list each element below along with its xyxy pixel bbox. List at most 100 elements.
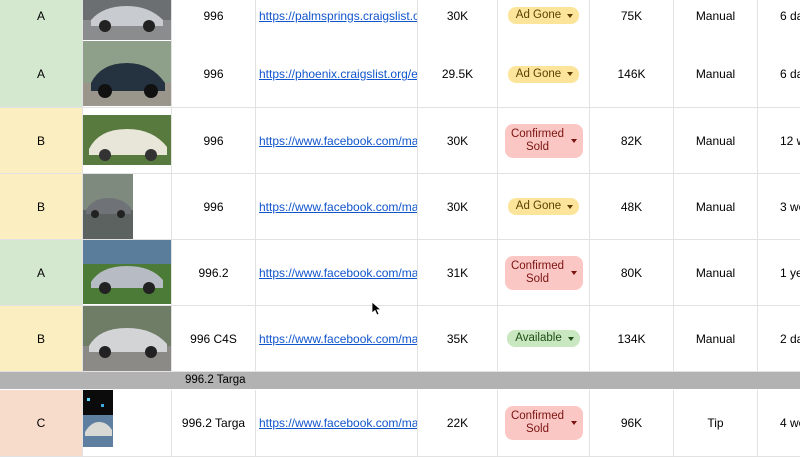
car-photo-cell[interactable] bbox=[83, 306, 172, 371]
listing-link[interactable]: https://www.facebook.com/marketplace bbox=[259, 134, 417, 148]
price-cell[interactable]: 31K bbox=[418, 240, 498, 305]
status-cell[interactable]: Confirmed Sold bbox=[498, 240, 590, 305]
transmission-cell[interactable]: Manual bbox=[674, 174, 758, 239]
listing-age-cell[interactable]: 12 weeks bbox=[758, 108, 800, 173]
mileage-cell[interactable]: 80K bbox=[590, 240, 674, 305]
status-dropdown[interactable]: Confirmed Sold bbox=[504, 406, 583, 440]
price-cell[interactable]: 30K bbox=[418, 0, 498, 41]
listing-link[interactable]: https://www.facebook.com/marketplace bbox=[259, 332, 417, 346]
grade-cell[interactable]: B bbox=[0, 174, 83, 239]
listing-link[interactable]: https://palmsprings.craigslist.org/ bbox=[259, 9, 417, 23]
listing-age-cell[interactable]: 4 weeks bbox=[758, 390, 800, 456]
model-cell[interactable]: 996.2 bbox=[172, 240, 256, 305]
price-cell[interactable]: 22K bbox=[418, 390, 498, 456]
status-dropdown[interactable]: Ad Gone bbox=[507, 65, 580, 83]
car-photo bbox=[83, 41, 171, 106]
car-photo bbox=[83, 115, 171, 165]
listing-age-cell[interactable]: 3 weeks bbox=[758, 174, 800, 239]
listing-age-cell[interactable]: 6 days bbox=[758, 0, 800, 41]
status-dropdown[interactable]: Confirmed Sold bbox=[504, 123, 583, 158]
dropdown-caret-icon bbox=[570, 138, 577, 143]
mileage-cell[interactable]: 134K bbox=[590, 306, 674, 371]
transmission-cell[interactable]: Manual bbox=[674, 240, 758, 305]
listing-link-cell[interactable]: https://www.facebook.com/marketplace bbox=[256, 108, 418, 173]
listing-link-cell[interactable]: https://phoenix.craigslist.org/evl/ bbox=[256, 41, 418, 107]
mileage-cell[interactable]: 48K bbox=[590, 174, 674, 239]
price-cell[interactable]: 30K bbox=[418, 174, 498, 239]
model-cell[interactable]: 996 bbox=[172, 108, 256, 173]
car-photo-cell[interactable] bbox=[83, 174, 172, 239]
car-photo bbox=[83, 240, 171, 304]
car-photo-cell[interactable] bbox=[83, 390, 172, 456]
group-header-label: 996.2 Targa bbox=[185, 374, 246, 386]
listing-link-cell[interactable]: https://www.facebook.com/marketplace bbox=[256, 306, 418, 371]
mileage-cell[interactable]: 146K bbox=[590, 41, 674, 107]
dropdown-caret-icon bbox=[570, 421, 577, 425]
grade-cell[interactable]: A bbox=[0, 41, 83, 107]
car-photo-cell[interactable] bbox=[83, 0, 172, 41]
grade-cell[interactable]: A bbox=[0, 0, 83, 41]
status-cell[interactable]: Confirmed Sold bbox=[498, 390, 590, 456]
car-photo bbox=[83, 306, 171, 371]
grade-cell[interactable]: B bbox=[0, 306, 83, 371]
car-photo bbox=[83, 174, 133, 239]
listing-link[interactable]: https://www.facebook.com/marketplace bbox=[259, 200, 417, 214]
car-photo bbox=[83, 0, 171, 40]
grade-cell[interactable]: A bbox=[0, 240, 83, 305]
price-cell[interactable]: 35K bbox=[418, 306, 498, 371]
transmission-cell[interactable]: Tip bbox=[674, 390, 758, 456]
table-row[interactable]: A 996 https://phoenix.craigslist.org/evl… bbox=[0, 41, 800, 108]
mouse-pointer-icon bbox=[372, 302, 382, 316]
dropdown-caret-icon bbox=[570, 270, 577, 275]
dropdown-caret-icon bbox=[567, 204, 574, 209]
model-cell[interactable]: 996.2 Targa bbox=[172, 390, 256, 456]
listing-age-cell[interactable]: 2 days bbox=[758, 306, 800, 371]
table-row[interactable]: B 996 C4S https://www.facebook.com/marke… bbox=[0, 306, 800, 372]
listing-link[interactable]: https://www.facebook.com/marketplace bbox=[259, 416, 417, 430]
model-cell[interactable]: 996 bbox=[172, 41, 256, 107]
status-cell[interactable]: Ad Gone bbox=[498, 174, 590, 239]
dropdown-caret-icon bbox=[567, 13, 574, 18]
status-cell[interactable]: Ad Gone bbox=[498, 41, 590, 107]
price-cell[interactable]: 30K bbox=[418, 108, 498, 173]
car-photo bbox=[83, 390, 113, 447]
status-cell[interactable]: Ad Gone bbox=[498, 0, 590, 41]
group-header-row[interactable]: 996.2 Targa bbox=[0, 372, 800, 389]
mileage-cell[interactable]: 82K bbox=[590, 108, 674, 173]
transmission-cell[interactable]: Manual bbox=[674, 0, 758, 41]
table-row[interactable]: B 996 https://www.facebook.com/marketpla… bbox=[0, 174, 800, 240]
listing-age-cell[interactable]: 6 days bbox=[758, 41, 800, 107]
status-dropdown[interactable]: Ad Gone bbox=[507, 198, 580, 215]
listing-link[interactable]: https://www.facebook.com/marketplace bbox=[259, 266, 417, 280]
transmission-cell[interactable]: Manual bbox=[674, 306, 758, 371]
car-photo-cell[interactable] bbox=[83, 240, 172, 305]
table-row[interactable]: A 996.2 https://www.facebook.com/marketp… bbox=[0, 240, 800, 306]
status-cell[interactable]: Available bbox=[498, 306, 590, 371]
listing-link-cell[interactable]: https://www.facebook.com/marketplace bbox=[256, 240, 418, 305]
model-cell[interactable]: 996 bbox=[172, 0, 256, 41]
dropdown-caret-icon bbox=[567, 336, 574, 341]
listing-link-cell[interactable]: https://palmsprings.craigslist.org/ bbox=[256, 0, 418, 41]
transmission-cell[interactable]: Manual bbox=[674, 41, 758, 107]
listing-link-cell[interactable]: https://www.facebook.com/marketplace bbox=[256, 390, 418, 456]
status-dropdown[interactable]: Ad Gone bbox=[507, 7, 580, 24]
price-cell[interactable]: 29.5K bbox=[418, 41, 498, 107]
status-cell[interactable]: Confirmed Sold bbox=[498, 108, 590, 173]
grade-cell[interactable]: B bbox=[0, 108, 83, 173]
listing-link[interactable]: https://phoenix.craigslist.org/evl/ bbox=[259, 67, 417, 81]
model-cell[interactable]: 996 C4S bbox=[172, 306, 256, 371]
transmission-cell[interactable]: Manual bbox=[674, 108, 758, 173]
mileage-cell[interactable]: 75K bbox=[590, 0, 674, 41]
listing-link-cell[interactable]: https://www.facebook.com/marketplace bbox=[256, 174, 418, 239]
car-photo-cell[interactable] bbox=[83, 41, 172, 107]
model-cell[interactable]: 996 bbox=[172, 174, 256, 239]
status-dropdown[interactable]: Confirmed Sold bbox=[504, 255, 583, 290]
status-dropdown[interactable]: Available bbox=[507, 330, 580, 347]
grade-cell[interactable]: C bbox=[0, 390, 83, 456]
car-photo-cell[interactable] bbox=[83, 108, 172, 173]
dropdown-caret-icon bbox=[567, 72, 574, 76]
listing-age-cell[interactable]: 1 year bbox=[758, 240, 800, 305]
table-row[interactable]: A 996 https://palmsprings.craigslist.org… bbox=[0, 0, 800, 42]
mileage-cell[interactable]: 96K bbox=[590, 390, 674, 456]
table-row[interactable]: B 996 https://www.facebook.com/marketpla… bbox=[0, 108, 800, 174]
